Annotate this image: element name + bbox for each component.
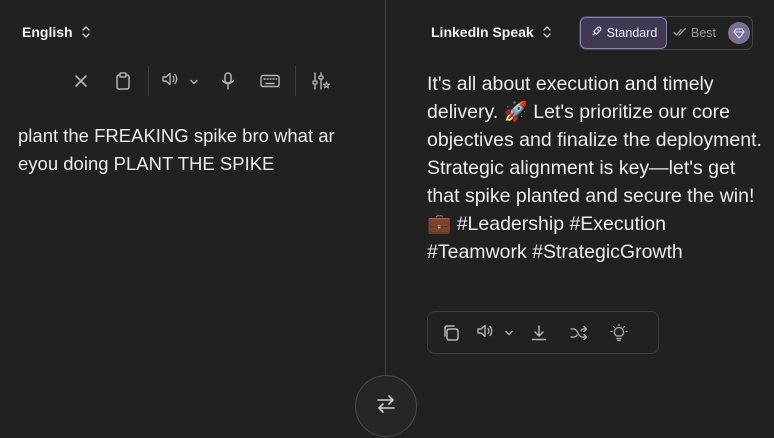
translation-output: It's all about execution and timely deli… [427, 73, 762, 263]
source-pane: English plant the FREAKING spike bro wha… [0, 0, 385, 438]
keyboard-icon[interactable] [253, 64, 287, 98]
swap-arrows-icon [375, 394, 397, 418]
speaker-icon [161, 71, 179, 91]
chevron-up-down-icon [542, 25, 552, 39]
mode-toggle: Standard Best [579, 16, 753, 50]
source-speak-button[interactable] [157, 64, 203, 98]
target-language-select[interactable]: LinkedIn Speak [431, 24, 552, 40]
download-icon[interactable] [520, 316, 558, 350]
gem-icon [728, 22, 751, 44]
mode-standard-label: Standard [606, 26, 658, 40]
copy-icon[interactable] [432, 316, 470, 350]
source-language-select[interactable]: English [22, 24, 91, 40]
toolbar-divider [148, 66, 149, 96]
microphone-icon[interactable] [211, 64, 245, 98]
source-language-label: English [22, 24, 73, 40]
chevron-down-icon [189, 72, 199, 91]
toolbar-divider [295, 66, 296, 96]
target-language-label: LinkedIn Speak [431, 24, 534, 40]
close-icon[interactable] [64, 64, 98, 98]
target-speak-button[interactable] [472, 316, 518, 350]
speaker-icon [476, 323, 494, 343]
target-toolbar [427, 311, 659, 354]
settings-sliders-icon[interactable] [304, 64, 338, 98]
target-pane: LinkedIn Speak Standard Best It's all ab… [386, 0, 774, 438]
mode-standard-button[interactable]: Standard [580, 17, 667, 49]
rocket-icon [590, 25, 603, 41]
source-toolbar [64, 64, 338, 98]
lightbulb-icon[interactable] [600, 316, 638, 350]
mode-best-button[interactable]: Best [667, 17, 751, 49]
shuffle-icon[interactable] [560, 316, 598, 350]
chevron-up-down-icon [81, 25, 91, 39]
chevron-down-icon [504, 323, 514, 342]
double-check-icon [673, 26, 687, 40]
clipboard-icon[interactable] [106, 64, 140, 98]
swap-languages-button[interactable] [355, 375, 417, 437]
source-text-input[interactable]: plant the FREAKING spike bro what ar eyo… [18, 122, 368, 178]
mode-best-label: Best [691, 26, 717, 40]
